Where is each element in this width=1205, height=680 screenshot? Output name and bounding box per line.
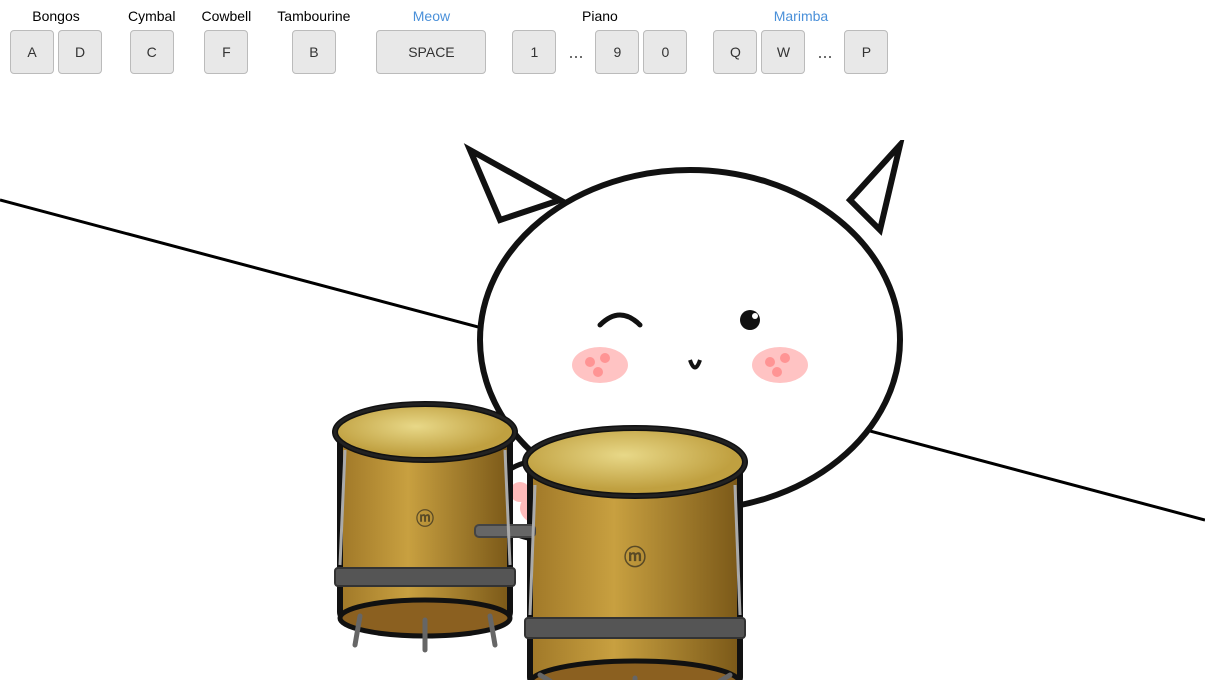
instrument-group-cowbell: Cowbell F [201,8,251,74]
cowbell-keys: F [204,30,248,74]
tambourine-label: Tambourine [277,8,350,24]
instrument-bar: Bongos A D Cymbal C Cowbell F Tambourine… [0,0,1205,82]
key-space[interactable]: SPACE [376,30,486,74]
meow-label: Meow [413,8,450,24]
key-q[interactable]: Q [713,30,757,74]
meow-keys: SPACE [376,30,486,74]
bongo-drums: ⓜ ⓜ [320,350,820,680]
marimba-keys: Q W ... P [713,30,888,74]
instrument-group-bongos: Bongos A D [10,8,102,74]
marimba-label: Marimba [774,8,828,24]
instrument-group-marimba: Marimba Q W ... P [713,8,888,74]
instrument-group-cymbal: Cymbal C [128,8,175,74]
key-d[interactable]: D [58,30,102,74]
key-b[interactable]: B [292,30,336,74]
instrument-group-tambourine: Tambourine B [277,8,350,74]
bongos-keys: A D [10,30,102,74]
key-c[interactable]: C [130,30,174,74]
bongos-label: Bongos [32,8,79,24]
instrument-group-meow: Meow SPACE [376,8,486,74]
key-f[interactable]: F [204,30,248,74]
piano-keys: 1 ... 9 0 [512,30,687,74]
piano-label: Piano [582,8,618,24]
cymbal-keys: C [130,30,174,74]
svg-text:ⓜ: ⓜ [624,545,646,570]
key-0[interactable]: 0 [643,30,687,74]
svg-text:ⓜ: ⓜ [416,508,434,529]
key-a[interactable]: A [10,30,54,74]
key-w[interactable]: W [761,30,805,74]
key-1[interactable]: 1 [512,30,556,74]
key-p[interactable]: P [844,30,888,74]
scene: ⓜ ⓜ [0,120,1205,680]
key-9[interactable]: 9 [595,30,639,74]
key-ellipsis-piano: ... [560,30,591,74]
tambourine-keys: B [292,30,336,74]
cowbell-label: Cowbell [201,8,251,24]
key-ellipsis-marimba: ... [809,30,840,74]
instrument-group-piano: Piano 1 ... 9 0 [512,8,687,74]
cymbal-label: Cymbal [128,8,175,24]
